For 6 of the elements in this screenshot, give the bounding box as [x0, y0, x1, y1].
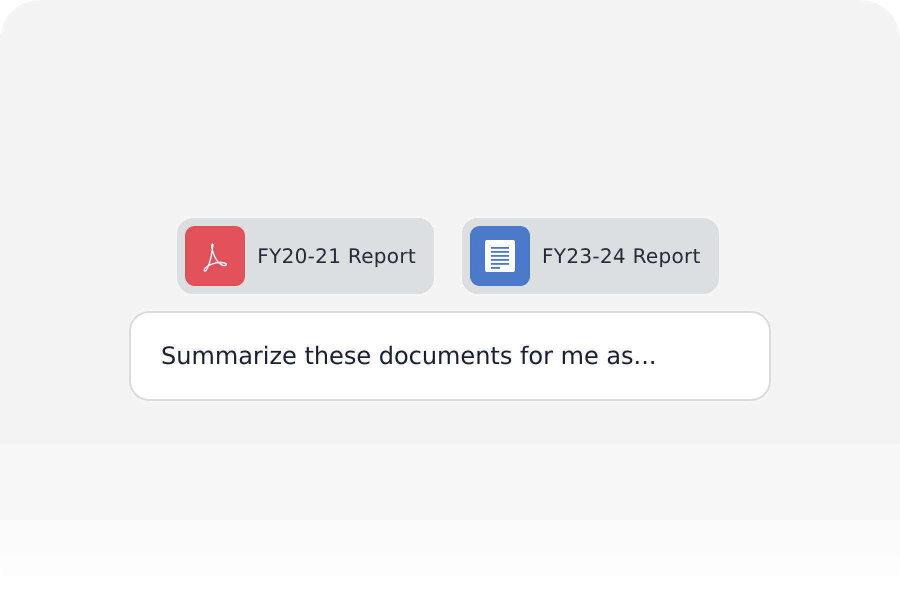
- attachment-name: FY20-21 Report: [257, 244, 416, 268]
- document-icon: [484, 239, 516, 273]
- attachment-chip[interactable]: FY23-24 Report: [462, 218, 719, 294]
- attachment-chip[interactable]: FY20-21 Report: [177, 218, 434, 294]
- attachment-name: FY23-24 Report: [542, 244, 701, 268]
- prompt-field[interactable]: Summarize these documents for me as...: [129, 311, 771, 401]
